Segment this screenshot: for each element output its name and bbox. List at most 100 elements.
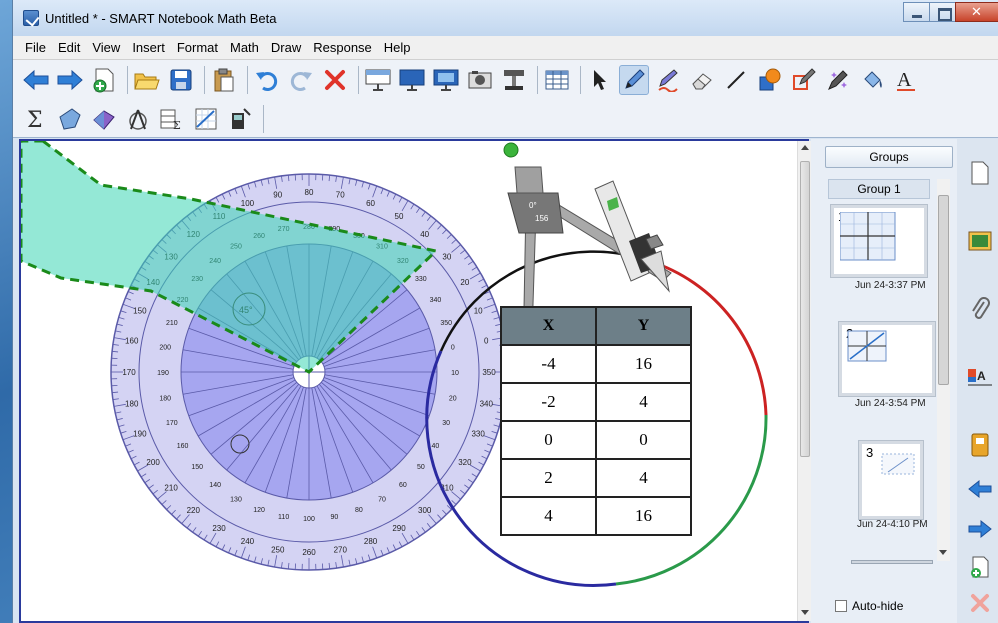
equation-button[interactable]: Σ <box>21 104 51 134</box>
attachments-tab[interactable] <box>963 289 997 329</box>
table-cell[interactable]: 0 <box>595 420 692 460</box>
menu-edit[interactable]: Edit <box>52 40 86 55</box>
close-button[interactable] <box>955 2 998 22</box>
shape-2d-button[interactable] <box>55 104 85 134</box>
pen-tool-button[interactable] <box>619 65 649 95</box>
shape-3d-button[interactable] <box>89 104 119 134</box>
table-cell[interactable]: 4 <box>595 382 692 422</box>
menu-response[interactable]: Response <box>307 40 378 55</box>
protractor-inner-degree-label: 190 <box>157 370 169 377</box>
protractor-inner-degree-label: 150 <box>191 464 203 471</box>
maximize-button[interactable] <box>929 2 956 22</box>
response-tab[interactable] <box>963 425 997 465</box>
creative-pen-button[interactable] <box>653 65 683 95</box>
table-row: 0 0 <box>500 420 692 460</box>
table-header-x: X <box>500 306 597 346</box>
menu-bar: File Edit View Insert Format Math Draw R… <box>13 36 998 60</box>
panel-prev-page-button[interactable] <box>963 469 997 509</box>
text-tool-button[interactable]: A <box>891 65 921 95</box>
properties-tab[interactable]: A <box>963 357 997 397</box>
scrollbar-thumb[interactable] <box>938 195 949 385</box>
graph-button[interactable] <box>191 104 221 134</box>
menu-draw[interactable]: Draw <box>265 40 307 55</box>
capture-button[interactable] <box>465 65 495 95</box>
table-cell[interactable]: 2 <box>500 458 597 498</box>
minimize-button[interactable] <box>903 2 930 22</box>
page-sorter-tab[interactable] <box>963 153 997 193</box>
add-page-button[interactable] <box>89 65 119 95</box>
solid-shape-icon <box>93 109 115 130</box>
document-camera-icon <box>504 70 524 90</box>
menu-insert[interactable]: Insert <box>126 40 171 55</box>
paint-bucket-icon <box>864 71 882 88</box>
delete-button[interactable] <box>320 65 350 95</box>
document-camera-button[interactable] <box>499 65 529 95</box>
open-file-button[interactable] <box>132 65 162 95</box>
table-cell[interactable]: 0 <box>500 420 597 460</box>
groups-button[interactable]: Groups <box>825 146 953 168</box>
auto-hide-toggle[interactable]: Auto-hide <box>835 599 903 613</box>
table-cell[interactable]: -4 <box>500 344 597 384</box>
rotate-handle[interactable] <box>503 142 519 158</box>
protractor-inner-degree-label: 0 <box>451 345 455 352</box>
protractor-inner-degree-label: 60 <box>399 482 407 489</box>
table-sum-button[interactable]: Σ <box>157 104 187 134</box>
protractor-degree-label: 30 <box>442 252 451 261</box>
protractor-degree-label: 260 <box>302 548 316 557</box>
menu-format[interactable]: Format <box>171 40 224 55</box>
arrow-left-icon <box>968 479 992 499</box>
page-sorter-scrollbar[interactable] <box>937 179 950 561</box>
menu-help[interactable]: Help <box>378 40 417 55</box>
next-page-button[interactable] <box>55 65 85 95</box>
page-thumbnail-3[interactable]: 3 <box>859 441 923 519</box>
magic-pen-button[interactable] <box>823 65 853 95</box>
select-tool-button[interactable] <box>585 65 615 95</box>
thumbnail-slider[interactable] <box>851 560 933 564</box>
line-tool-button[interactable] <box>721 65 751 95</box>
scrollbar-thumb[interactable] <box>800 161 810 457</box>
xy-data-table[interactable]: X Y -4 16 -2 4 0 0 2 4 4 16 <box>500 306 692 536</box>
panel-next-page-button[interactable] <box>963 509 997 549</box>
page-thumbnail-1[interactable]: 1 <box>831 205 927 277</box>
protractor-inner-degree-label: 100 <box>303 516 315 523</box>
scroll-up-arrow-icon[interactable] <box>801 145 809 150</box>
scroll-down-arrow-icon[interactable] <box>939 550 947 555</box>
menu-view[interactable]: View <box>86 40 126 55</box>
table-cell[interactable]: 16 <box>595 496 692 536</box>
fill-button[interactable] <box>857 65 887 95</box>
notebook-canvas[interactable]: 0010350203403033040320503106030070290802… <box>19 139 809 623</box>
page-thumbnail-2[interactable]: 2 <box>839 322 935 396</box>
toolbar-separator <box>204 66 205 94</box>
full-screen-button[interactable] <box>397 65 427 95</box>
table-cell[interactable]: 4 <box>500 496 597 536</box>
add-page-icon <box>971 556 989 578</box>
save-button[interactable] <box>166 65 196 95</box>
shapes-button[interactable] <box>755 65 785 95</box>
group-header[interactable]: Group 1 <box>828 179 930 199</box>
gallery-tab[interactable] <box>963 221 997 261</box>
save-icon <box>170 69 192 91</box>
dual-page-button[interactable] <box>431 65 461 95</box>
redo-button[interactable] <box>286 65 316 95</box>
menu-math[interactable]: Math <box>224 40 265 55</box>
panel-delete-button[interactable] <box>963 583 997 623</box>
canvas-vertical-scrollbar[interactable] <box>797 141 811 621</box>
shape-recognition-pen-button[interactable] <box>789 65 819 95</box>
auto-hide-checkbox[interactable] <box>835 600 847 612</box>
paste-button[interactable] <box>209 65 239 95</box>
page-timestamp: Jun 24-3:54 PM <box>855 398 926 409</box>
panel-add-page-button[interactable] <box>963 547 997 587</box>
screen-shade-button[interactable] <box>363 65 393 95</box>
table-cell[interactable]: -2 <box>500 382 597 422</box>
pen-icon <box>625 69 645 89</box>
previous-page-button[interactable] <box>21 65 51 95</box>
measurement-tools-button[interactable] <box>123 104 153 134</box>
response-tools-button[interactable] <box>225 104 255 134</box>
menu-file[interactable]: File <box>19 40 52 55</box>
table-cell[interactable]: 4 <box>595 458 692 498</box>
table-cell[interactable]: 16 <box>595 344 692 384</box>
undo-button[interactable] <box>252 65 282 95</box>
eraser-button[interactable] <box>687 65 717 95</box>
scroll-down-arrow-icon[interactable] <box>801 610 809 615</box>
insert-table-button[interactable] <box>542 65 572 95</box>
